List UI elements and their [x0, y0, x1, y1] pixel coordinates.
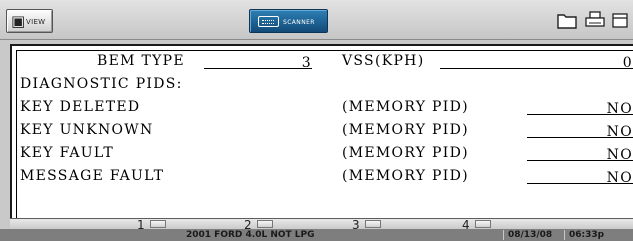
- view-button[interactable]: ▣ VIEW: [6, 9, 53, 33]
- vss-label: VSS(KPH): [342, 53, 425, 69]
- status-time: 06:33p: [569, 230, 605, 240]
- print-button[interactable]: [584, 9, 606, 31]
- pid-qualifier: (MEMORY PID): [342, 99, 469, 115]
- pid-value: NO: [527, 99, 633, 117]
- scanner-button[interactable]: SCANNER: [249, 9, 328, 33]
- folder-button[interactable]: [556, 9, 578, 31]
- pid-row[interactable]: KEY DELETED (MEMORY PID) NO: [17, 97, 633, 117]
- view-button-label: VIEW: [26, 18, 46, 26]
- status-date: 08/13/08: [508, 230, 553, 240]
- pid-value: NO: [527, 122, 633, 140]
- vehicle-info: 2001 FORD 4.0L NOT LPG: [186, 230, 315, 240]
- pid-label: KEY DELETED: [20, 99, 141, 115]
- page-indicator: [364, 220, 381, 228]
- toolbar: ▣ VIEW SCANNER: [0, 0, 633, 40]
- pid-value: NO: [527, 145, 633, 163]
- pid-value: NO: [527, 168, 633, 186]
- tool-icon: [612, 13, 628, 28]
- pid-label: KEY FAULT: [20, 145, 114, 161]
- tool-button[interactable]: [610, 9, 633, 31]
- pid-row[interactable]: KEY UNKNOWN (MEMORY PID) NO: [17, 120, 633, 140]
- page-indicator: [256, 220, 273, 228]
- scanner-button-label: SCANNER: [283, 19, 315, 26]
- pid-label: KEY UNKNOWN: [20, 122, 154, 138]
- printer-icon: [585, 11, 605, 27]
- pid-data-panel: BEM TYPE 3 VSS(KPH) 0 DIAGNOSTIC PIDS: K…: [10, 44, 633, 232]
- pid-qualifier: (MEMORY PID): [342, 168, 469, 184]
- view-icon: ▣: [11, 12, 26, 30]
- pid-label: MESSAGE FAULT: [20, 168, 165, 184]
- pid-row-bem-type: BEM TYPE 3 VSS(KPH) 0: [17, 51, 633, 71]
- page-indicator: [474, 220, 491, 228]
- vss-value: 0: [440, 53, 633, 71]
- pid-row[interactable]: KEY FAULT (MEMORY PID) NO: [17, 143, 633, 163]
- page-indicator: [149, 220, 166, 228]
- diagnostic-pids-header: DIAGNOSTIC PIDS:: [20, 76, 183, 92]
- status-bar: 2001 FORD 4.0L NOT LPG 08/13/08 06:33p: [0, 229, 633, 241]
- status-divider: [564, 230, 565, 240]
- keyboard-icon: [258, 16, 279, 27]
- folder-icon: [557, 14, 577, 29]
- bem-type-value: 3: [204, 53, 312, 71]
- bem-type-label: BEM TYPE: [97, 53, 185, 69]
- section-header: DIAGNOSTIC PIDS:: [17, 74, 633, 94]
- status-divider: [503, 230, 504, 240]
- pid-row[interactable]: MESSAGE FAULT (MEMORY PID) NO: [17, 166, 633, 186]
- pid-qualifier: (MEMORY PID): [342, 122, 469, 138]
- pid-list: BEM TYPE 3 VSS(KPH) 0 DIAGNOSTIC PIDS: K…: [16, 50, 633, 226]
- pid-qualifier: (MEMORY PID): [342, 145, 469, 161]
